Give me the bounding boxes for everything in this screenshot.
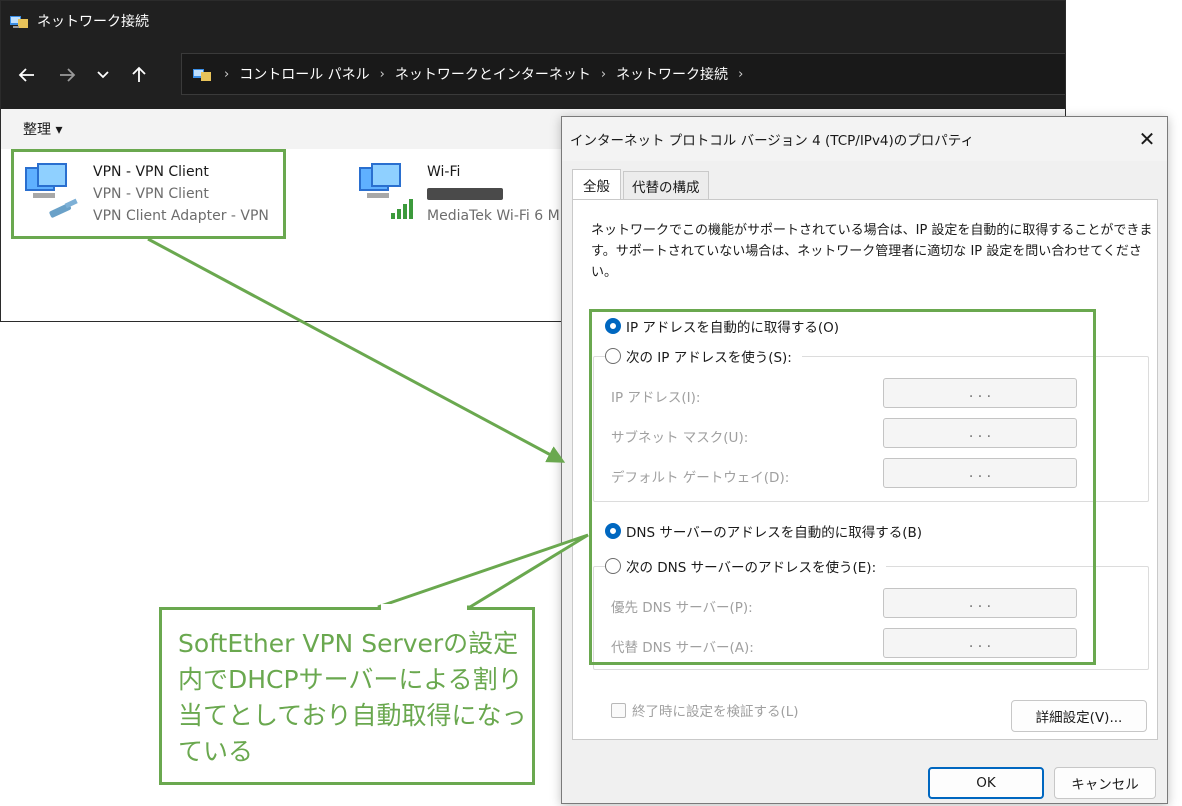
dialog-titlebar: インターネット プロトコル バージョン 4 (TCP/IPv4)のプロパティ	[562, 117, 1167, 161]
chevron-down-icon[interactable]	[87, 55, 119, 95]
organize-menu[interactable]: 整理 ▾	[23, 119, 62, 139]
validate-on-exit-label: 終了時に設定を検証する(L)	[632, 704, 799, 720]
breadcrumb-item[interactable]: ネットワークとインターネット	[395, 64, 591, 84]
tab-general[interactable]: 全般	[572, 169, 621, 199]
dialog-title: インターネット プロトコル バージョン 4 (TCP/IPv4)のプロパティ	[570, 133, 974, 149]
ok-button[interactable]: OK	[928, 767, 1044, 799]
tab-alternate-config[interactable]: 代替の構成	[623, 171, 709, 199]
auto-settings-highlight	[589, 309, 1096, 665]
breadcrumb-separator: ›	[600, 66, 607, 82]
breadcrumb-separator: ›	[738, 66, 744, 82]
connection-name: Wi-Fi	[427, 164, 461, 180]
callout-pointer	[377, 533, 589, 609]
navigation-bar: › コントロール パネル › ネットワークとインターネット › ネットワーク接続…	[1, 41, 1065, 109]
advanced-button[interactable]: 詳細設定(V)...	[1011, 700, 1147, 732]
breadcrumb-item[interactable]: ネットワーク接続	[616, 64, 728, 84]
dialog-description: ネットワークでこの機能がサポートされている場合は、IP 設定を自動的に取得するこ…	[591, 223, 1153, 280]
connection-item-wifi[interactable]: Wi-Fi MediaTek Wi-Fi 6 M	[355, 161, 560, 227]
forward-arrow-icon[interactable]	[47, 55, 87, 95]
annotation-callout: SoftEther VPN Serverの設定内でDHCPサーバーによる割り当て…	[159, 607, 535, 785]
breadcrumb-separator: ›	[224, 66, 230, 82]
connection-device: MediaTek Wi-Fi 6 M	[427, 208, 560, 224]
breadcrumb-item[interactable]: コントロール パネル	[239, 64, 369, 84]
network-folder-icon	[9, 13, 29, 29]
validate-on-exit-checkbox[interactable]: 終了時に設定を検証する(L)	[611, 700, 799, 720]
redacted-network-name	[427, 183, 560, 205]
address-bar[interactable]: › コントロール パネル › ネットワークとインターネット › ネットワーク接続…	[181, 53, 1065, 95]
wifi-adapter-icon	[355, 161, 419, 225]
network-folder-icon	[192, 66, 214, 82]
cancel-button[interactable]: キャンセル	[1054, 767, 1156, 799]
dialog-tabs: 全般 代替の構成	[572, 169, 711, 199]
vpn-item-highlight	[11, 149, 286, 239]
back-arrow-icon[interactable]	[7, 55, 47, 95]
close-icon[interactable]: ✕	[1135, 127, 1159, 151]
explorer-titlebar: ネットワーク接続	[1, 1, 1065, 41]
up-arrow-icon[interactable]	[119, 55, 159, 95]
explorer-title: ネットワーク接続	[37, 14, 149, 30]
breadcrumb-separator: ›	[379, 66, 385, 82]
checkbox-box	[611, 702, 626, 718]
annotation-text: SoftEther VPN Serverの設定内でDHCPサーバーによる割り当て…	[178, 629, 527, 766]
